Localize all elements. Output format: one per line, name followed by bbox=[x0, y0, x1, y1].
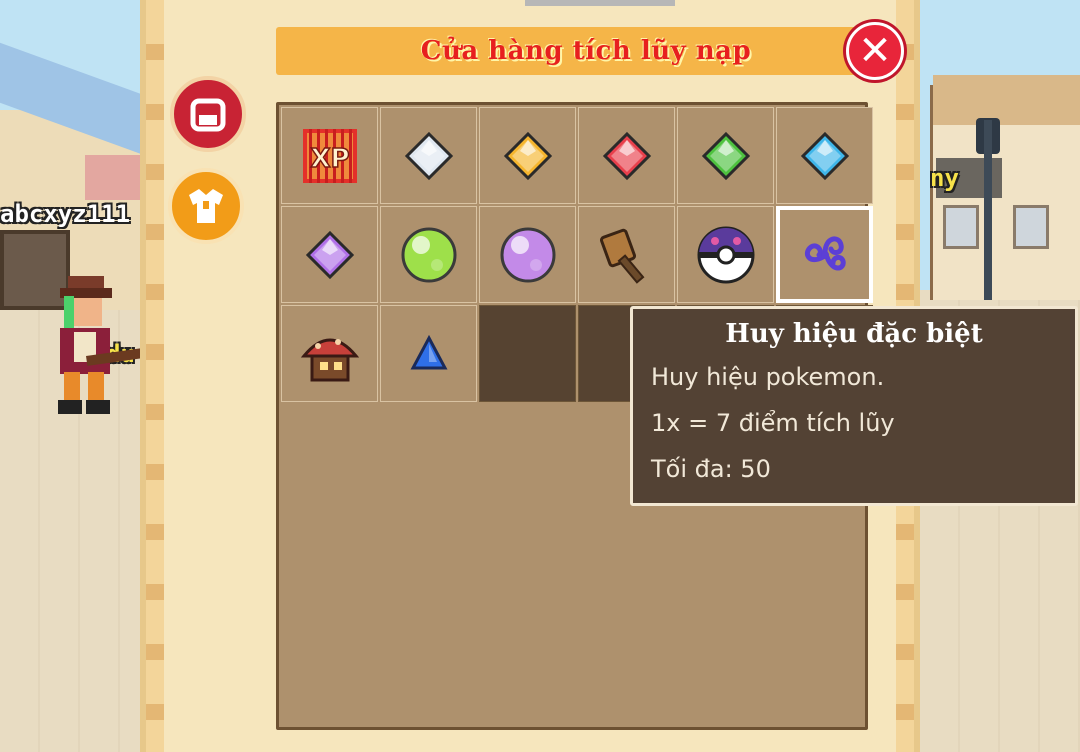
item-slot[interactable] bbox=[776, 107, 873, 204]
dialog-title-bar: Cửa hàng tích lũy nạp bbox=[276, 27, 896, 75]
green-gem-icon bbox=[701, 131, 751, 181]
master-ball-icon bbox=[695, 224, 757, 286]
tab-shirt[interactable] bbox=[168, 168, 244, 244]
item-slot[interactable] bbox=[479, 206, 576, 303]
close-icon: ✕ bbox=[858, 28, 892, 74]
item-slot[interactable] bbox=[578, 206, 675, 303]
house-right-window bbox=[943, 205, 979, 249]
purple-orb-icon bbox=[498, 225, 558, 285]
player-name-left[interactable]: abcxyz111 bbox=[0, 200, 130, 228]
scroll-top bbox=[525, 0, 675, 6]
close-button[interactable]: ✕ bbox=[846, 22, 904, 80]
blue-triangle-icon bbox=[409, 334, 449, 374]
player-character[interactable] bbox=[30, 272, 140, 422]
xp-card-icon: XP bbox=[299, 125, 361, 187]
purple-gem-icon bbox=[305, 230, 355, 280]
item-slot[interactable] bbox=[281, 206, 378, 303]
lamp-post bbox=[984, 120, 992, 300]
item-slot[interactable] bbox=[380, 206, 477, 303]
item-slot[interactable] bbox=[776, 206, 873, 303]
house-right-window bbox=[1013, 205, 1049, 249]
item-slot[interactable] bbox=[677, 107, 774, 204]
bag-icon bbox=[190, 98, 226, 132]
hammer-icon bbox=[597, 225, 657, 285]
white-gem-icon bbox=[404, 131, 454, 181]
house-right-roof bbox=[933, 75, 1080, 125]
tab-bag[interactable] bbox=[170, 76, 246, 152]
mushroom-hat-icon bbox=[298, 322, 362, 386]
item-slot[interactable]: XP bbox=[281, 107, 378, 204]
item-slot[interactable] bbox=[578, 107, 675, 204]
tooltip-title: Huy hiệu đặc biệt bbox=[725, 319, 983, 349]
red-gem-icon bbox=[602, 131, 652, 181]
npc-name-right: ny bbox=[930, 164, 959, 192]
item-slot[interactable] bbox=[380, 107, 477, 204]
item-slot[interactable] bbox=[281, 305, 378, 402]
item-slot[interactable] bbox=[380, 305, 477, 402]
tooltip-max: Tối đa: 50 bbox=[651, 455, 771, 483]
yellow-gem-icon bbox=[503, 131, 553, 181]
shirt-icon bbox=[189, 189, 223, 223]
item-tooltip: Huy hiệu đặc biệt Huy hiệu pokemon. 1x =… bbox=[630, 306, 1078, 506]
dialog-title: Cửa hàng tích lũy nạp bbox=[420, 36, 752, 66]
svg-text:XP: XP bbox=[310, 144, 349, 174]
item-slot[interactable] bbox=[677, 206, 774, 303]
blue-gem-icon bbox=[800, 131, 850, 181]
tooltip-points: 1x = 7 điểm tích lũy bbox=[651, 409, 895, 437]
green-orb-icon bbox=[399, 225, 459, 285]
spiral-badge-icon bbox=[793, 223, 857, 287]
item-slot[interactable] bbox=[479, 107, 576, 204]
empty-item-slot bbox=[479, 305, 576, 402]
tooltip-description: Huy hiệu pokemon. bbox=[651, 363, 885, 391]
